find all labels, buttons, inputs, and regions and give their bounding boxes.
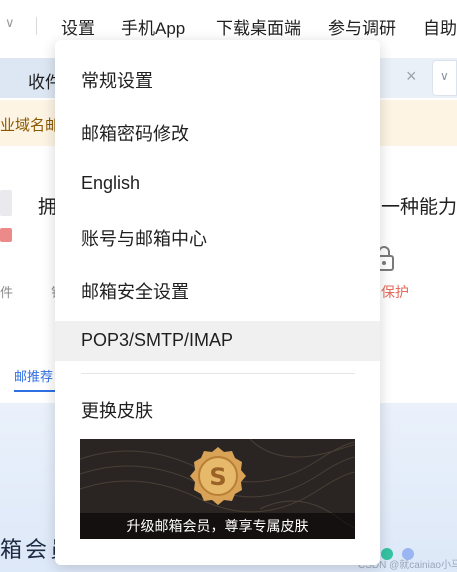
section-heading-right: 一种能力 [381,197,457,218]
menu-item-english[interactable]: English [55,164,380,204]
menu-item-change-skin[interactable]: 更换皮肤 [55,388,380,428]
nav-survey[interactable]: 参与调研 [328,14,396,39]
tab-active-indicator [14,390,56,392]
nav-download-desktop[interactable]: 下载桌面端 [216,14,301,39]
notice-text: 业域名邮 [0,117,61,134]
avatar-accent [0,228,12,242]
chevron-down-icon: ∨ [440,69,449,83]
vip-coin-icon: S [190,447,246,505]
settings-dropdown-menu: 常规设置 邮箱密码修改 English 账号与邮箱中心 邮箱安全设置 POP3/… [55,40,380,565]
menu-item-security-settings[interactable]: 邮箱安全设置 [55,269,380,309]
menu-item-change-password[interactable]: 邮箱密码修改 [55,111,380,151]
nav-divider [36,17,37,35]
svg-text:S: S [209,463,226,491]
menu-item-general-settings[interactable]: 常规设置 [55,58,380,98]
menu-divider [81,373,355,374]
menu-item-label: POP3/SMTP/IMAP [81,330,234,350]
menu-item-account-center[interactable]: 账号与邮箱中心 [55,216,380,256]
menu-item-label: 账号与邮箱中心 [81,229,207,249]
menu-item-label: 邮箱密码修改 [81,124,189,144]
feature-label-protect[interactable]: 保护 [381,282,409,302]
menu-item-label: 更换皮肤 [81,401,153,421]
skin-promo-caption: 升级邮箱会员，尊享专属皮肤 [80,513,355,539]
nav-settings[interactable]: 设置 [61,14,95,42]
menu-item-pop3-smtp-imap[interactable]: POP3/SMTP/IMAP [55,321,380,361]
feature-label-left: 件 [0,285,14,300]
tab-dropdown-button[interactable]: ∨ [432,60,457,96]
nav-self-service[interactable]: 自助 [423,14,457,39]
tab-recommend[interactable]: 邮推荐 [14,366,53,385]
avatar [0,190,12,216]
close-icon[interactable]: × [406,66,417,87]
nav-mobile-app[interactable]: 手机App [121,14,185,39]
menu-item-label: English [81,173,141,193]
menu-item-label: 邮箱安全设置 [81,282,189,302]
skin-promo-card[interactable]: S 升级邮箱会员，尊享专属皮肤 [80,439,355,539]
menu-item-label: 常规设置 [81,71,153,91]
chevron-down-icon[interactable]: ∨ [5,15,15,31]
